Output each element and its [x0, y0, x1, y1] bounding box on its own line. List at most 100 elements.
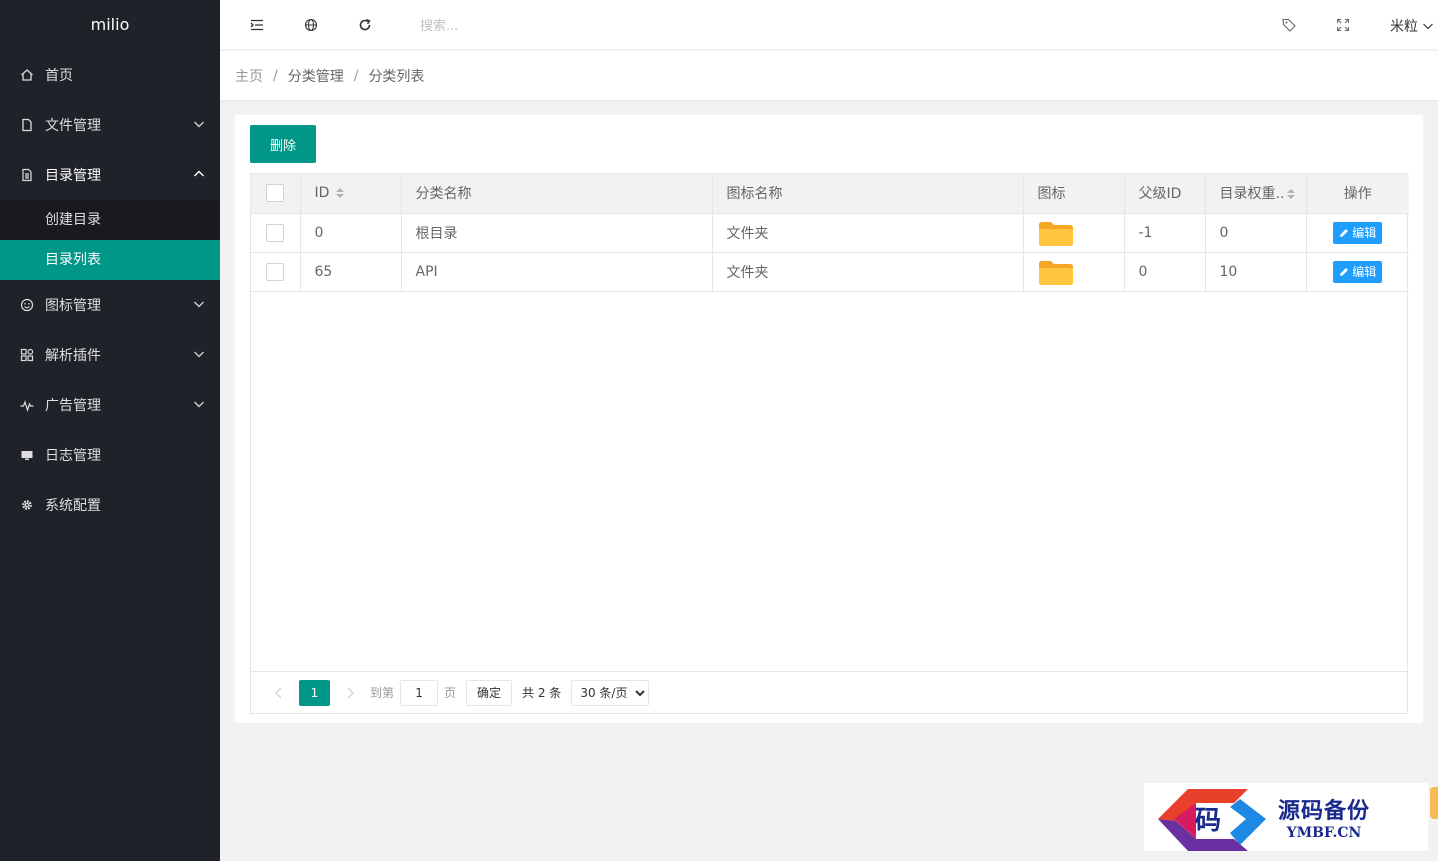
- total-count: 共 2 条: [522, 686, 562, 700]
- search-input[interactable]: [420, 14, 620, 38]
- home-icon: [20, 68, 34, 82]
- chevron-down-icon: [194, 301, 204, 308]
- column-header-icon: 图标: [1023, 174, 1125, 214]
- column-header-weight[interactable]: 目录权重..: [1205, 174, 1307, 214]
- chevron-down-icon: [1423, 23, 1433, 30]
- table-row: 0 根目录 文件夹 -1 0 编辑: [251, 213, 1409, 253]
- cell-icon-name: 文件夹: [712, 252, 1024, 292]
- row-checkbox[interactable]: [266, 262, 285, 281]
- sidebar-item-label: 目录管理: [45, 168, 101, 184]
- chevron-down-icon: [194, 351, 204, 358]
- watermark-en: YMBF.CN: [1286, 825, 1362, 841]
- watermark-glyph: 码: [1195, 806, 1221, 836]
- column-header-id[interactable]: ID: [300, 174, 402, 214]
- breadcrumb-separator: /: [353, 67, 359, 84]
- delete-button[interactable]: 删除: [250, 125, 316, 163]
- breadcrumb-separator: /: [273, 67, 278, 84]
- confirm-button[interactable]: 确定: [466, 679, 513, 706]
- refresh-icon[interactable]: [357, 17, 373, 33]
- sort-icon[interactable]: [1286, 188, 1296, 200]
- cell-actions: 编辑: [1306, 252, 1409, 292]
- goto-label: 到第: [370, 686, 395, 700]
- cell-parent-id: 0: [1124, 252, 1206, 292]
- row-checkbox-cell: [251, 213, 301, 253]
- sidebar-item-home[interactable]: 首页: [0, 50, 220, 100]
- row-checkbox[interactable]: [266, 223, 285, 242]
- sidebar-item-label: 广告管理: [45, 398, 101, 414]
- sidebar-item-label: 日志管理: [45, 448, 101, 464]
- sidebar-item-directories[interactable]: 目录管理: [0, 150, 220, 200]
- header-checkbox-cell: [251, 174, 301, 214]
- next-page-icon[interactable]: [342, 685, 358, 701]
- cell-parent-id: -1: [1124, 213, 1206, 253]
- sidebar-item-label: 首页: [45, 68, 73, 84]
- table-header-row: ID 分类名称 图标名称 图标 父级ID 目录权重.. 操作: [251, 174, 1409, 214]
- fullscreen-icon[interactable]: [1335, 17, 1351, 33]
- sidebar-item-directory-list[interactable]: 目录列表: [0, 240, 220, 280]
- column-header-icon-name: 图标名称: [712, 174, 1024, 214]
- cell-name: 根目录: [401, 213, 713, 253]
- sidebar-item-plugins[interactable]: 解析插件: [0, 330, 220, 380]
- cell-icon-name: 文件夹: [712, 213, 1024, 253]
- page-jump-input[interactable]: [400, 679, 439, 706]
- monitor-icon: [20, 448, 34, 462]
- sidebar-item-label: 文件管理: [45, 118, 101, 134]
- cell-actions: 编辑: [1306, 213, 1409, 253]
- watermark-emblem: 码: [1158, 789, 1266, 851]
- sidebar-submenu: 创建目录 目录列表: [0, 200, 220, 280]
- pencil-icon: [1340, 267, 1349, 276]
- watermark-cn: 源码备份: [1278, 798, 1371, 824]
- sort-icon[interactable]: [335, 187, 345, 199]
- edit-button[interactable]: 编辑: [1333, 221, 1383, 244]
- tag-icon[interactable]: [1281, 17, 1297, 33]
- floating-side-tab[interactable]: [1430, 787, 1438, 819]
- chevron-down-icon: [194, 401, 204, 408]
- chevron-down-icon: [194, 121, 204, 128]
- column-header-parent-id: 父级ID: [1124, 174, 1206, 214]
- cell-icon: [1023, 213, 1125, 253]
- pencil-icon: [1340, 228, 1349, 237]
- sidebar-item-settings[interactable]: 系统配置: [0, 480, 220, 530]
- cell-weight: 0: [1205, 213, 1307, 253]
- cell-id: 0: [300, 213, 402, 253]
- gear-icon: [20, 498, 34, 512]
- sidebar-item-create-directory[interactable]: 创建目录: [0, 200, 220, 240]
- user-menu[interactable]: 米粒: [1390, 16, 1434, 36]
- folder-icon: [1038, 221, 1073, 246]
- cell-icon: [1023, 252, 1125, 292]
- content-card: 删除 ID 分类名称 图标名称 图标 父级ID 目录权重.. 操作 0 根目录 …: [235, 115, 1423, 723]
- user-name: 米粒: [1390, 19, 1418, 35]
- top-header: 米粒: [220, 0, 1438, 50]
- sidebar-item-label: 解析插件: [45, 348, 101, 364]
- smile-icon: [20, 298, 34, 312]
- folder-icon: [1038, 260, 1073, 285]
- sidebar-item-ads[interactable]: 广告管理: [0, 380, 220, 430]
- per-page-select[interactable]: 30 条/页: [571, 679, 650, 706]
- sidebar-item-files[interactable]: 文件管理: [0, 100, 220, 150]
- globe-icon[interactable]: [303, 17, 319, 33]
- select-all-checkbox[interactable]: [266, 184, 285, 203]
- prev-page-icon[interactable]: [271, 685, 287, 701]
- row-checkbox-cell: [251, 252, 301, 292]
- menu-toggle-icon[interactable]: [249, 17, 265, 33]
- sidebar-item-logs[interactable]: 日志管理: [0, 430, 220, 480]
- edit-button[interactable]: 编辑: [1333, 260, 1383, 283]
- chevron-up-icon: [194, 170, 204, 177]
- doc-icon: [20, 168, 34, 182]
- breadcrumb-category-manage[interactable]: 分类管理: [288, 66, 344, 86]
- page-number-current[interactable]: 1: [299, 679, 330, 706]
- watermark-text: 源码备份 YMBF.CN: [1278, 793, 1370, 841]
- app-logo[interactable]: milio: [0, 0, 220, 50]
- page-label: 页: [444, 686, 457, 700]
- breadcrumb-home[interactable]: 主页: [235, 66, 263, 86]
- cell-weight: 10: [1205, 252, 1307, 292]
- breadcrumb-category-list[interactable]: 分类列表: [368, 66, 424, 86]
- sidebar: milio 首页 文件管理 目录管理 创建目录 目录列表 图标管理 解析插件 广…: [0, 0, 220, 861]
- data-table: ID 分类名称 图标名称 图标 父级ID 目录权重.. 操作 0 根目录 文件夹…: [250, 173, 1409, 714]
- column-header-name: 分类名称: [401, 174, 713, 214]
- sidebar-item-icons[interactable]: 图标管理: [0, 280, 220, 330]
- pagination: 1 到第 页 确定 共 2 条 30 条/页: [251, 671, 1407, 713]
- cell-id: 65: [300, 252, 402, 292]
- breadcrumb: 主页 / 分类管理 / 分类列表: [220, 51, 1438, 101]
- sidebar-item-label: 系统配置: [45, 498, 101, 514]
